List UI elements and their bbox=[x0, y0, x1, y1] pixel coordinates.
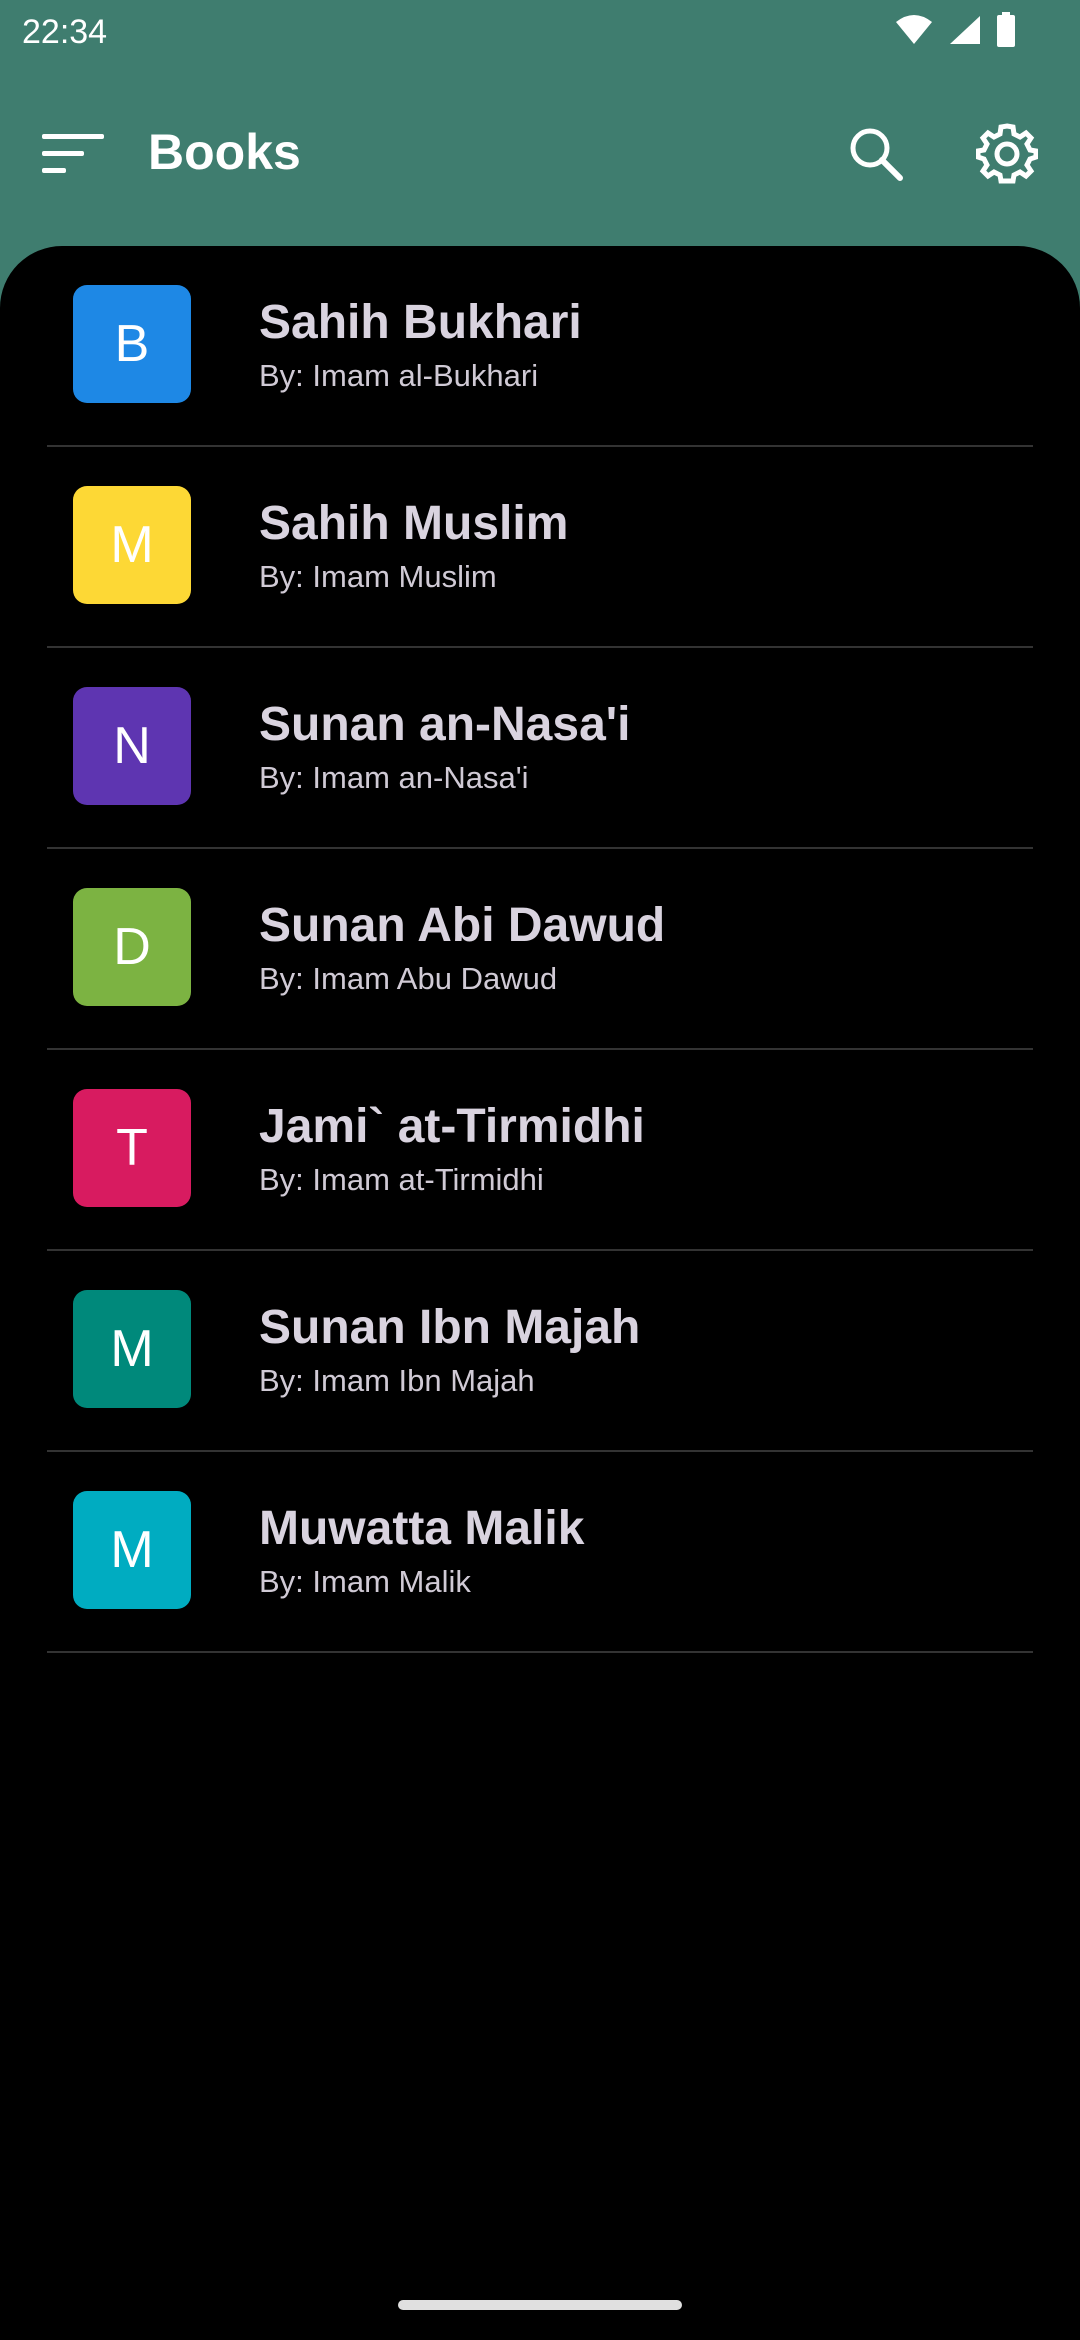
list-item-book-4[interactable]: D Sunan Abi Dawud By: Imam Abu Dawud bbox=[47, 849, 1033, 1050]
book-author: By: Imam Muslim bbox=[259, 559, 497, 594]
search-button[interactable] bbox=[846, 124, 906, 184]
battery-icon bbox=[996, 12, 1016, 53]
book-avatar: M bbox=[73, 486, 191, 604]
app-bar: Books bbox=[0, 64, 1080, 246]
book-author: By: Imam at-Tirmidhi bbox=[259, 1162, 544, 1197]
list-item-book-3[interactable]: N Sunan an-Nasa'i By: Imam an-Nasa'i bbox=[47, 648, 1033, 849]
book-title: Sunan Abi Dawud bbox=[259, 899, 666, 952]
book-avatar: N bbox=[73, 687, 191, 805]
list-item-book-7[interactable]: M Muwatta Malik By: Imam Malik bbox=[47, 1452, 1033, 1653]
book-list: B Sahih Bukhari By: Imam al-Bukhari M Sa… bbox=[47, 246, 1033, 1653]
screen: 22:34 Books B Sahih Bukhari By: Imam al-… bbox=[0, 0, 1080, 2340]
status-bar: 22:34 bbox=[0, 0, 1080, 64]
book-title: Sunan an-Nasa'i bbox=[259, 698, 631, 751]
gear-icon bbox=[975, 123, 1039, 188]
book-author: By: Imam Abu Dawud bbox=[259, 961, 558, 996]
book-title: Sunan Ibn Majah bbox=[259, 1301, 641, 1354]
status-time: 22:34 bbox=[22, 13, 108, 51]
sort-lines-icon bbox=[36, 134, 110, 186]
book-avatar: T bbox=[73, 1089, 191, 1207]
book-title: Jami` at-Tirmidhi bbox=[259, 1100, 645, 1153]
list-item-book-1[interactable]: B Sahih Bukhari By: Imam al-Bukhari bbox=[47, 246, 1033, 447]
home-indicator[interactable] bbox=[398, 2300, 682, 2310]
settings-button[interactable] bbox=[975, 122, 1039, 184]
wifi-icon bbox=[894, 14, 934, 51]
book-title: Muwatta Malik bbox=[259, 1502, 585, 1555]
book-author: By: Imam Ibn Majah bbox=[259, 1363, 535, 1398]
book-title: Sahih Bukhari bbox=[259, 296, 582, 349]
book-author: By: Imam Malik bbox=[259, 1564, 471, 1599]
books-panel: B Sahih Bukhari By: Imam al-Bukhari M Sa… bbox=[0, 246, 1080, 2340]
book-author: By: Imam an-Nasa'i bbox=[259, 760, 529, 795]
book-avatar: D bbox=[73, 888, 191, 1006]
book-avatar: M bbox=[73, 1290, 191, 1408]
signal-icon bbox=[948, 14, 982, 51]
book-avatar: M bbox=[73, 1491, 191, 1609]
book-title: Sahih Muslim bbox=[259, 497, 569, 550]
list-item-book-6[interactable]: M Sunan Ibn Majah By: Imam Ibn Majah bbox=[47, 1251, 1033, 1452]
search-icon bbox=[846, 128, 906, 188]
status-icons bbox=[894, 12, 1016, 53]
book-author: By: Imam al-Bukhari bbox=[259, 358, 539, 393]
list-item-book-5[interactable]: T Jami` at-Tirmidhi By: Imam at-Tirmidhi bbox=[47, 1050, 1033, 1251]
list-item-book-2[interactable]: M Sahih Muslim By: Imam Muslim bbox=[47, 447, 1033, 648]
book-avatar: B bbox=[73, 285, 191, 403]
page-title: Books bbox=[148, 124, 301, 180]
sort-menu-button[interactable] bbox=[36, 126, 110, 182]
